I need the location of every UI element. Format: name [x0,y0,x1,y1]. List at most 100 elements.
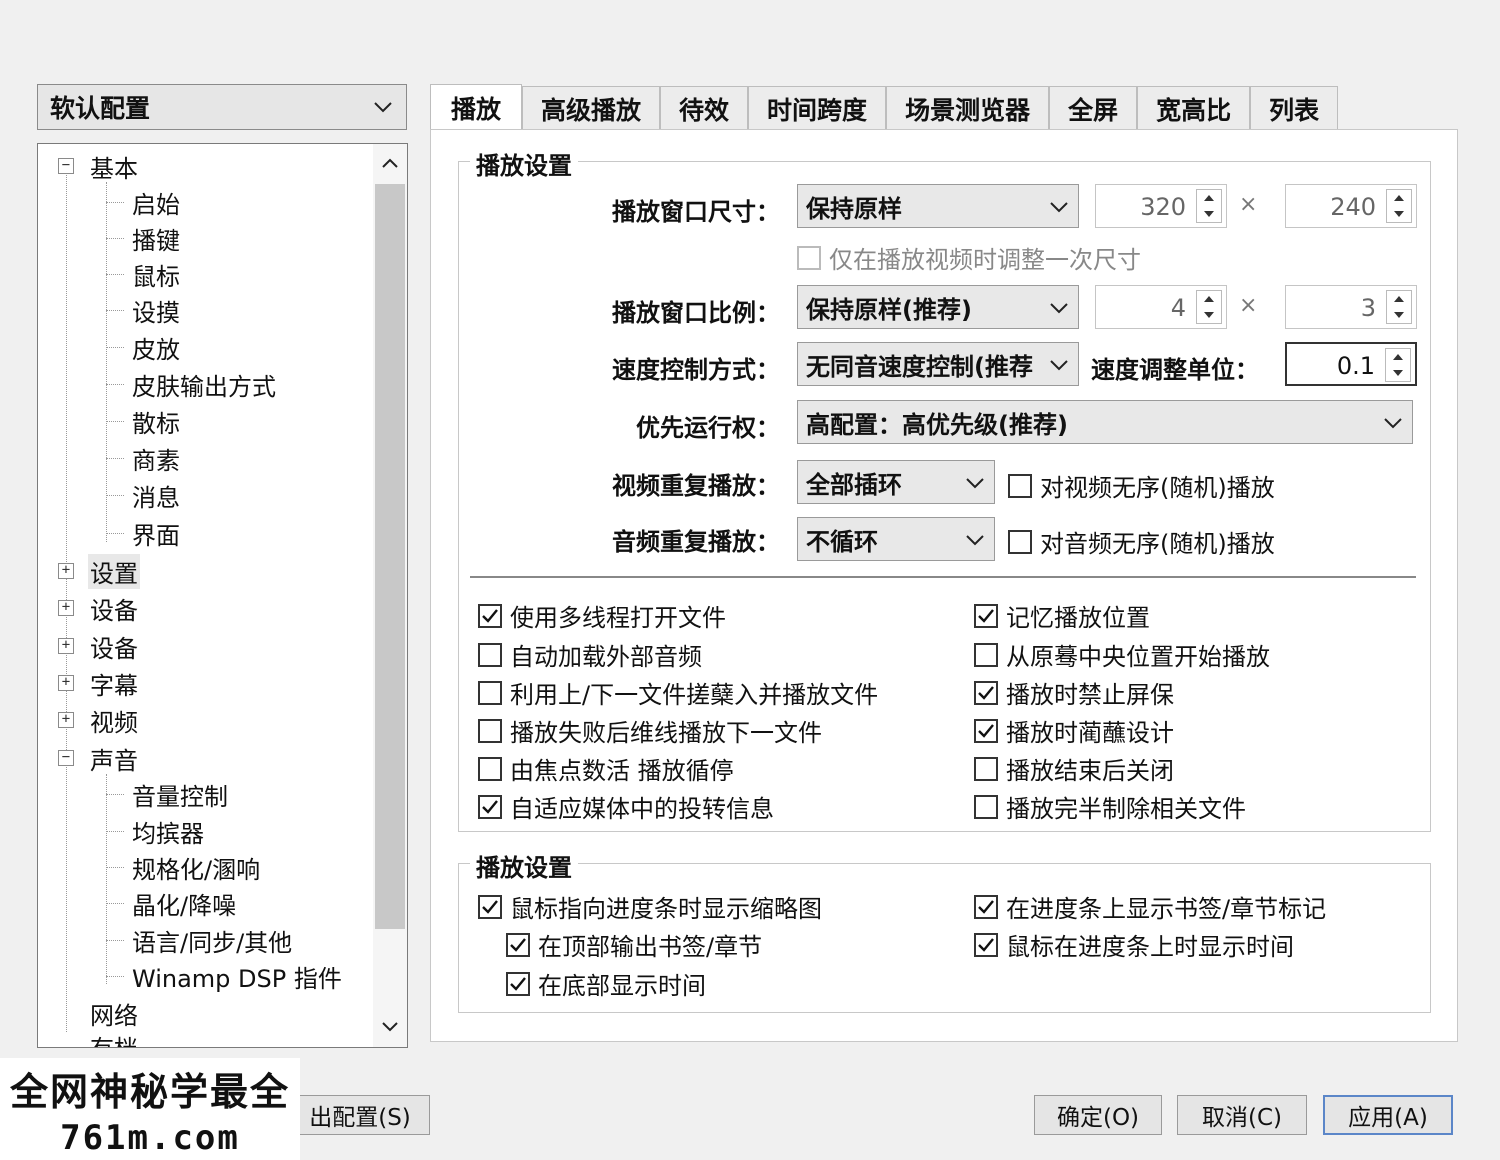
settings-tree[interactable]: − 基本 启始 播键 鼠标 设摸 皮放 皮肤输出方式 散标 商素 消息 界面 +… [37,143,408,1048]
priority-select[interactable]: 高配置：高优先级(推荐) [797,400,1413,444]
tree-node[interactable]: 界面 [106,515,182,551]
expand-icon[interactable]: + [58,712,74,728]
ratio-width-spin[interactable]: 4 [1095,285,1227,329]
tree-node[interactable]: 规格化/溷响 [106,849,262,885]
tree-node[interactable]: 晶化/降噪 [106,885,238,921]
option-checkbox[interactable]: 从原蓦中央位置开始播放 [974,637,1270,672]
video-random-checkbox[interactable]: 对视频无序(随机)播放 [1008,468,1275,503]
tree-node[interactable]: 皮肤输出方式 [106,366,278,402]
tree-node[interactable]: 播键 [106,220,182,256]
option-checkbox[interactable]: 记忆播放位置 [974,598,1150,633]
window-ratio-select[interactable]: 保持原样(推荐) [797,285,1079,329]
option-checkbox[interactable]: 由焦点数活 播放循停 [478,751,734,786]
tree-node[interactable]: Winamp DSP 指件 [106,958,344,994]
speed-unit-spin[interactable]: 0.1 [1285,342,1417,386]
audio-random-checkbox[interactable]: 对音频无序(随机)播放 [1008,524,1275,559]
spin-up-icon[interactable] [1197,291,1221,307]
tab-scene-browser[interactable]: 场景测览器 [886,86,1050,130]
option-checkbox[interactable]: 自适应媒体中的投转信息 [478,789,774,824]
option-checkbox[interactable]: 播放时禁止屏保 [974,675,1174,710]
tree-node[interactable]: 消息 [106,477,182,513]
cancel-button[interactable]: 取消(C) [1177,1095,1307,1135]
window-width-spin[interactable]: 320 [1095,184,1227,228]
tree-node[interactable]: 散标 [106,403,182,439]
spin-down-icon[interactable] [1386,365,1410,381]
tree-node-network[interactable]: 网络 [58,995,140,1031]
ratio-height-spin[interactable]: 3 [1285,285,1417,329]
separator [470,576,1416,578]
tree-node[interactable]: 设摸 [106,292,182,328]
chevron-down-icon [1384,418,1402,429]
spin-buttons[interactable] [1196,290,1222,324]
option-checkbox[interactable]: 使用多线程打开文件 [478,598,726,633]
spin-up-icon[interactable] [1197,190,1221,206]
tab-fullscreen[interactable]: 全屏 [1049,86,1138,130]
scroll-down-icon[interactable] [373,1012,407,1042]
speed-mode-select[interactable]: 无同音速度控制(推荐 [797,342,1079,386]
tab-playback[interactable]: 播放 [430,84,523,130]
tree-node[interactable]: 皮放 [106,329,182,365]
scroll-up-icon[interactable] [373,148,407,178]
option-checkbox[interactable]: 在顶部输出书签/章节 [506,927,762,962]
profile-select[interactable]: 软认配置 [37,84,407,130]
tree-node-sound[interactable]: − 声音 [58,740,140,776]
option-checkbox[interactable]: 鼠标指向进度条时显示缩略图 [478,889,822,924]
spin-down-icon[interactable] [1197,307,1221,323]
tab-list[interactable]: 列表 [1250,86,1339,130]
expand-icon[interactable]: + [58,563,74,579]
option-checkbox[interactable]: 播放失败后维线播放下一文件 [478,713,822,748]
option-checkbox[interactable]: 自动加载外部音频 [478,637,702,672]
spin-buttons[interactable] [1385,348,1411,382]
spin-down-icon[interactable] [1387,307,1411,323]
expand-icon[interactable]: + [58,638,74,654]
resize-once-checkbox[interactable]: 仅在播放视频时调整一次尺寸 [797,240,1141,275]
tree-node-subtitles[interactable]: + 字幕 [58,665,140,701]
option-checkbox[interactable]: 播放结束后关闭 [974,751,1174,786]
spin-buttons[interactable] [1386,189,1412,223]
tree-node-cutoff[interactable]: 有档 [58,1028,140,1048]
expand-icon[interactable]: + [58,675,74,691]
option-checkbox[interactable]: 播放完半制除相关文件 [974,789,1246,824]
option-checkbox[interactable]: 利用上/下一文件搓蘖入并播放文件 [478,675,878,710]
option-checkbox[interactable]: 播放时蔺蘸设计 [974,713,1174,748]
tree-scrollbar[interactable] [373,144,407,1047]
tree-node[interactable]: 商素 [106,440,182,476]
spin-down-icon[interactable] [1387,206,1411,222]
video-repeat-select[interactable]: 全部插环 [797,460,995,504]
expand-icon[interactable]: + [58,600,74,616]
tree-node-basic[interactable]: − 基本 [58,148,140,184]
save-profile-button[interactable]: 出配置(S) [290,1095,430,1135]
spin-up-icon[interactable] [1386,349,1410,365]
scrollbar-thumb[interactable] [375,184,405,929]
spin-buttons[interactable] [1196,189,1222,223]
tree-node[interactable]: 均摈器 [106,813,206,849]
option-checkbox[interactable]: 在进度条上显示书签/章节标记 [974,889,1326,924]
tree-node[interactable]: 启始 [106,184,182,220]
option-checkbox[interactable]: 在底部显示时间 [506,966,706,1001]
tab-effects[interactable]: 待效 [660,86,749,130]
window-size-label: 播放窗口尺寸： [612,198,780,226]
collapse-icon[interactable]: − [58,750,74,766]
tab-advanced-playback[interactable]: 高级播放 [522,86,661,130]
spin-down-icon[interactable] [1197,206,1221,222]
ok-button[interactable]: 确定(O) [1034,1095,1162,1135]
collapse-icon[interactable]: − [58,158,74,174]
checkbox-box [974,756,998,781]
tree-node[interactable]: 鼠标 [106,256,182,292]
tree-node[interactable]: 音量控制 [106,776,230,812]
audio-repeat-select[interactable]: 不循环 [797,517,995,561]
tab-aspect-ratio[interactable]: 宽高比 [1137,86,1251,130]
tree-node[interactable]: 语言/同步/其他 [106,922,294,958]
window-size-select[interactable]: 保持原样 [797,184,1079,228]
spin-up-icon[interactable] [1387,291,1411,307]
tree-node-video[interactable]: + 视频 [58,702,140,738]
tree-node-device-2[interactable]: + 设备 [58,628,140,664]
window-height-spin[interactable]: 240 [1285,184,1417,228]
apply-button[interactable]: 应用(A) [1323,1095,1453,1135]
tab-time-span[interactable]: 时间跨度 [748,86,887,130]
tree-node-settings[interactable]: + 设置 [58,553,140,589]
option-checkbox[interactable]: 鼠标在进度条上时显示时间 [974,927,1294,962]
spin-up-icon[interactable] [1387,190,1411,206]
tree-node-device[interactable]: + 设备 [58,590,140,626]
spin-buttons[interactable] [1386,290,1412,324]
